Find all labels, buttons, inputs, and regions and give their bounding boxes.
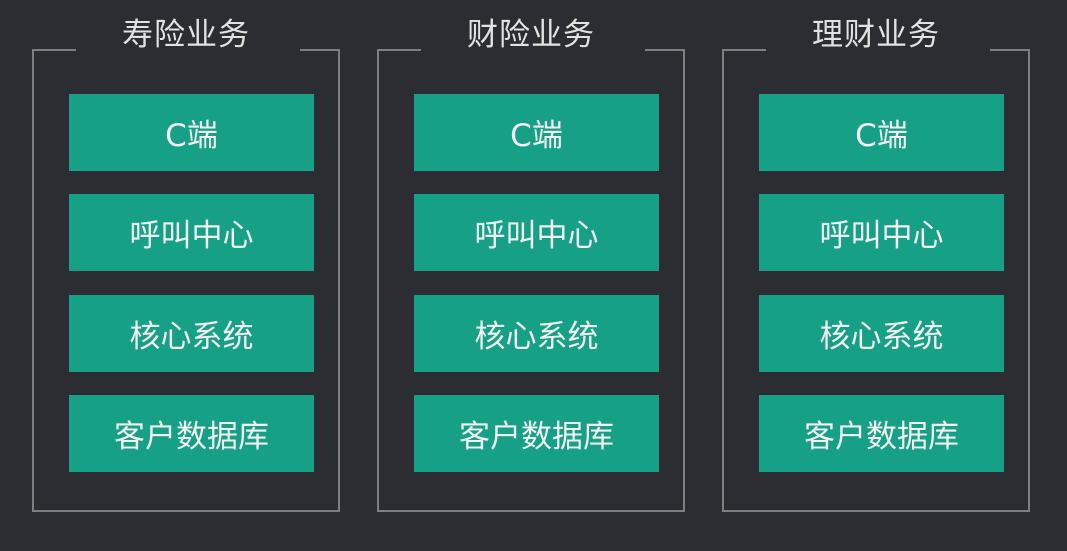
box-c-end: C端 [759, 94, 1004, 171]
box-call-center: 呼叫中心 [69, 194, 314, 271]
box-core-system: 核心系统 [759, 295, 1004, 372]
box-customer-database: 客户数据库 [414, 395, 659, 472]
box-c-end: C端 [414, 94, 659, 171]
group-title: 寿险业务 [122, 17, 250, 53]
box-core-system: 核心系统 [414, 295, 659, 372]
box-customer-database: 客户数据库 [759, 395, 1004, 472]
box-c-end: C端 [69, 94, 314, 171]
box-call-center: 呼叫中心 [414, 194, 659, 271]
group-life-insurance: 寿险业务 C端 呼叫中心 核心系统 客户数据库 [32, 17, 340, 512]
box-customer-database: 客户数据库 [69, 395, 314, 472]
box-core-system: 核心系统 [69, 295, 314, 372]
group-property-insurance: 财险业务 C端 呼叫中心 核心系统 客户数据库 [377, 17, 685, 512]
group-wealth-management: 理财业务 C端 呼叫中心 核心系统 客户数据库 [722, 17, 1030, 512]
box-call-center: 呼叫中心 [759, 194, 1004, 271]
group-title: 财险业务 [467, 17, 595, 53]
group-title: 理财业务 [812, 17, 940, 53]
